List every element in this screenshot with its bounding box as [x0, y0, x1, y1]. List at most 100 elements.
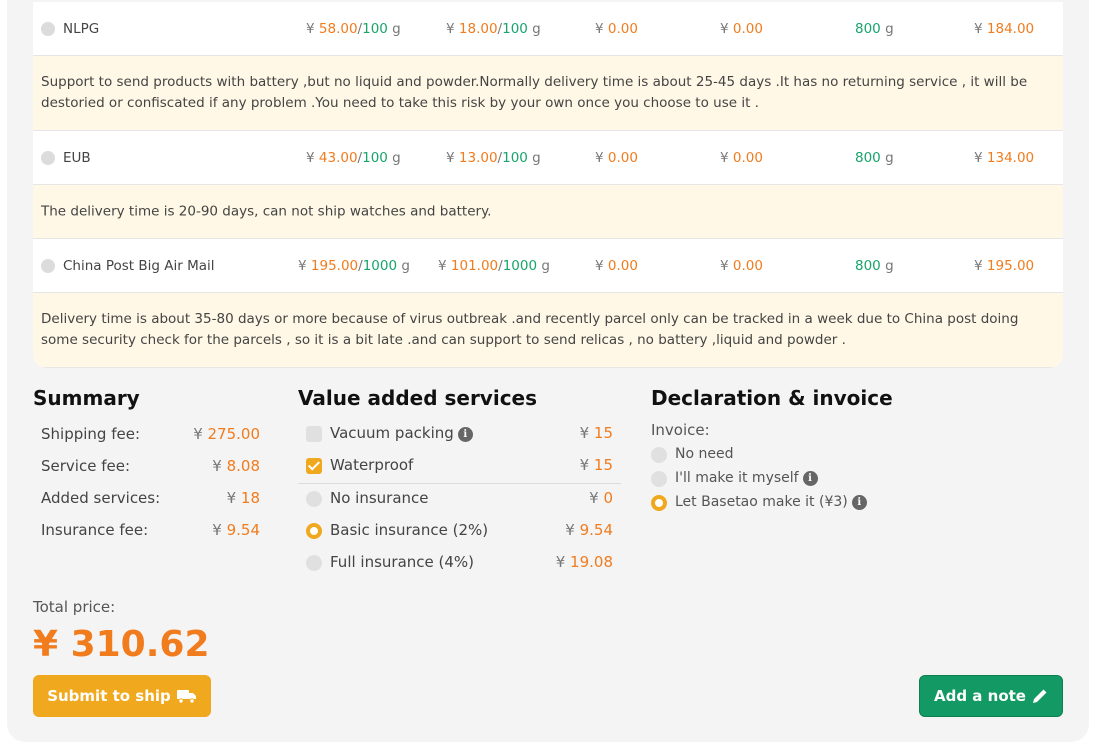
estimated-total-value: 195.00	[986, 257, 1035, 274]
first-weight: 100	[362, 149, 388, 166]
pencil-icon	[1032, 689, 1047, 703]
first-weight-price: ¥ 58.00/100 g	[306, 21, 401, 37]
unit: g	[880, 149, 894, 166]
vas-option[interactable]: Vacuum packing i ¥ 15	[306, 420, 613, 448]
info-icon[interactable]: i	[851, 495, 867, 510]
currency-symbol: ¥	[595, 149, 608, 166]
currency-symbol: ¥	[555, 553, 571, 571]
currency-symbol: ¥	[595, 20, 608, 37]
unit: g	[880, 257, 894, 274]
currency-symbol: ¥	[438, 257, 451, 274]
invoice-label: Invoice:	[651, 421, 710, 439]
estimated-total: ¥ 134.00	[974, 150, 1034, 166]
summary-value: ¥ 275.00	[193, 425, 260, 443]
vas-label-text: No insurance	[330, 489, 429, 507]
add-note-button[interactable]: Add a note	[919, 675, 1063, 717]
shipping-option-name: NLPG	[63, 20, 100, 37]
currency-symbol: ¥	[306, 20, 319, 37]
currency-symbol: ¥	[579, 456, 594, 474]
vas-price: ¥ 0	[589, 489, 613, 507]
estimated-total-value: 134.00	[986, 149, 1035, 166]
invoice-radio[interactable]	[651, 447, 667, 463]
vas-price: ¥ 15	[580, 424, 613, 442]
continued-price: 13.00	[458, 149, 498, 166]
shipping-option-note: The delivery time is 20-90 days, can not…	[33, 185, 1063, 239]
invoice-option-text: I'll make it myself	[675, 470, 799, 486]
currency-symbol: ¥	[974, 257, 987, 274]
shipping-option-name: EUB	[63, 149, 91, 166]
insurance-radio[interactable]	[306, 555, 322, 571]
shipping-option-row[interactable]: NLPG ¥ 58.00/100 g ¥ 18.00/100 g ¥ 0.00 ¥ 0.…	[33, 2, 1063, 56]
vas-price-value: 19.08	[570, 553, 613, 571]
submit-to-ship-button[interactable]: Submit to ship	[33, 675, 211, 717]
declaration-title: Declaration & invoice	[651, 386, 893, 410]
shipping-note-text: The delivery time is 20-90 days, can not…	[41, 203, 492, 219]
submit-label: Submit to ship	[47, 687, 171, 705]
vas-option[interactable]: Basic insurance (2%) ¥ 9.54	[306, 517, 613, 545]
summary-amount: 275.00	[207, 425, 261, 443]
vas-price-value: 9.54	[579, 521, 613, 539]
estimated-total: ¥ 184.00	[974, 21, 1034, 37]
shipping-option-radio[interactable]	[41, 21, 55, 36]
summary-label: Shipping fee:	[41, 425, 140, 443]
max-weight-value: 800	[855, 257, 881, 274]
total-price-label: Total price:	[33, 598, 116, 616]
vas-label-text: Basic insurance (2%)	[330, 521, 489, 539]
fee-2-value: 0.00	[732, 257, 763, 274]
currency-symbol: ¥	[579, 424, 594, 442]
max-weight-value: 800	[855, 149, 881, 166]
fee-1: ¥ 0.00	[595, 21, 638, 37]
unit: g	[880, 20, 894, 37]
vas-title: Value added services	[298, 386, 538, 410]
currency-symbol: ¥	[720, 20, 733, 37]
summary-value: ¥ 9.54	[212, 521, 260, 539]
fee-2: ¥ 0.00	[720, 150, 763, 166]
max-weight: 800 g	[855, 150, 894, 166]
insurance-radio[interactable]	[306, 491, 322, 507]
vas-checkbox[interactable]	[306, 426, 322, 442]
shipping-option-row[interactable]: China Post Big Air Mail ¥ 195.00/1000 g ¥ …	[33, 239, 1063, 293]
vas-option[interactable]: Waterproof ¥ 15	[306, 452, 613, 480]
shipping-option-note: Support to send products with battery ,b…	[33, 56, 1063, 131]
currency-symbol: ¥	[720, 257, 733, 274]
invoice-radio[interactable]	[651, 495, 667, 511]
vas-price-value: 15	[593, 456, 613, 474]
continued-weight-price: ¥ 18.00/100 g	[446, 21, 541, 37]
invoice-option-label: I'll make it myself i	[675, 470, 818, 486]
summary-value: ¥ 18	[227, 489, 260, 507]
shipping-option-radio[interactable]	[41, 150, 55, 165]
continued-price: 101.00	[450, 257, 499, 274]
insurance-radio[interactable]	[306, 523, 322, 539]
invoice-radio[interactable]	[651, 471, 667, 487]
currency-symbol: ¥	[212, 521, 227, 539]
first-weight: 100	[362, 20, 388, 37]
vas-option[interactable]: No insurance ¥ 0	[306, 485, 613, 513]
vas-label: Vacuum packing i	[330, 424, 473, 442]
invoice-option-label: No need	[675, 446, 733, 462]
currency-symbol: ¥	[565, 521, 580, 539]
info-icon[interactable]: i	[457, 427, 473, 442]
vas-checkbox[interactable]	[306, 458, 322, 474]
fee-2-value: 0.00	[732, 149, 763, 166]
vas-price: ¥ 19.08	[556, 553, 613, 571]
summary-amount: 18	[240, 489, 260, 507]
vas-divider	[298, 483, 621, 484]
currency-symbol: ¥	[298, 257, 311, 274]
info-icon[interactable]: i	[802, 471, 818, 486]
currency-symbol: ¥	[306, 149, 319, 166]
vas-option[interactable]: Full insurance (4%) ¥ 19.08	[306, 549, 613, 577]
currency-symbol: ¥	[595, 257, 608, 274]
continued-weight: 100	[502, 149, 528, 166]
vas-label-text: Full insurance (4%)	[330, 553, 475, 571]
unit: g	[397, 257, 410, 274]
vas-price-value: 0	[603, 489, 613, 507]
shipping-option-row[interactable]: EUB ¥ 43.00/100 g ¥ 13.00/100 g ¥ 0.00 ¥ 0.0…	[33, 131, 1063, 185]
vas-price-value: 15	[593, 424, 613, 442]
shipping-option-radio[interactable]	[41, 258, 55, 273]
shipping-option-note: Delivery time is about 35-80 days or mor…	[33, 293, 1063, 368]
continued-weight-price: ¥ 101.00/1000 g	[438, 258, 550, 274]
vas-label-text: Vacuum packing	[330, 424, 454, 442]
unit: g	[527, 149, 541, 166]
unit: g	[527, 20, 541, 37]
fee-1-value: 0.00	[607, 257, 638, 274]
